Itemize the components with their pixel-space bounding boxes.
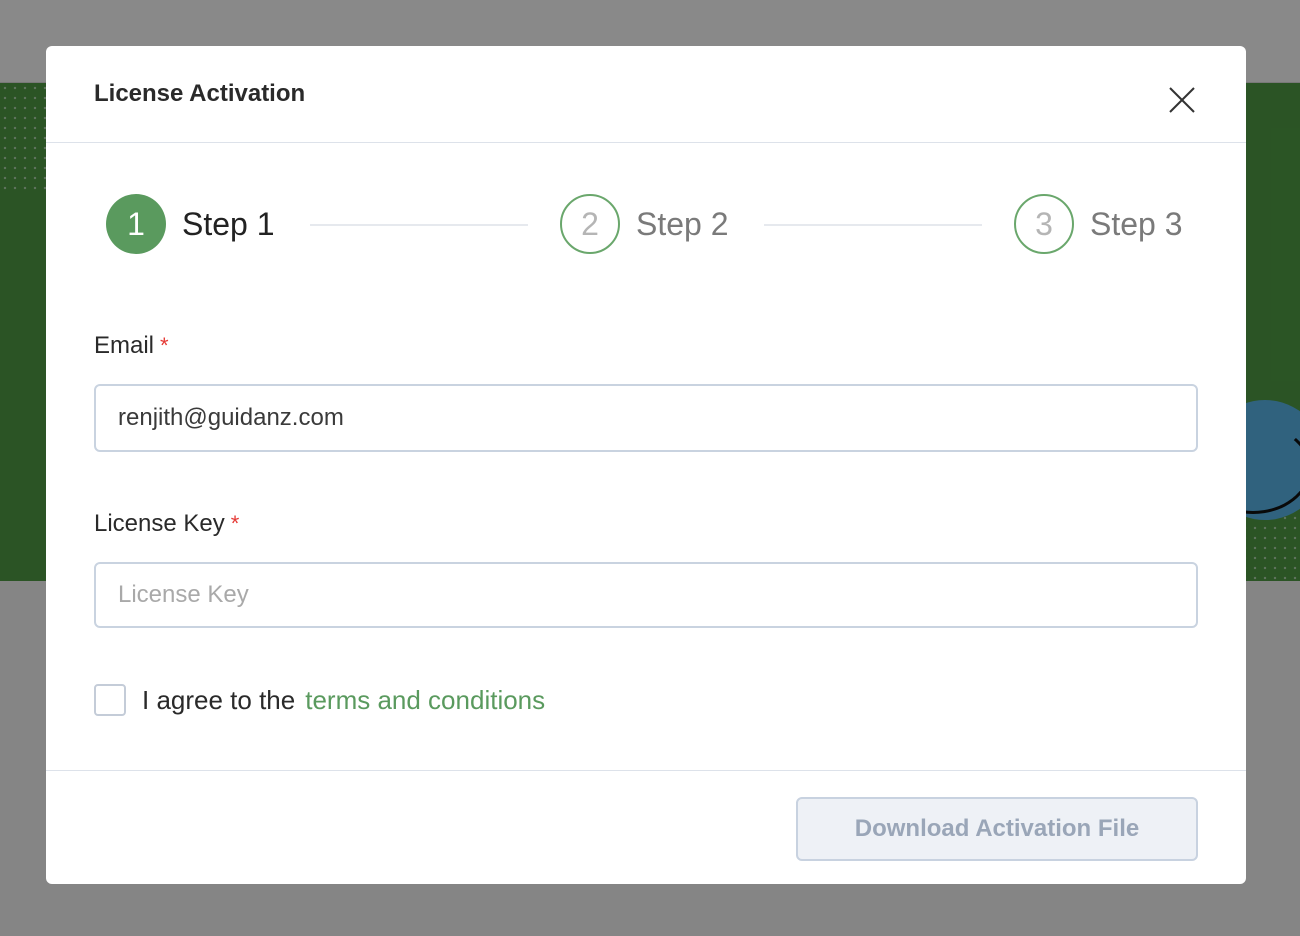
modal-footer: Download Activation File bbox=[46, 770, 1246, 884]
license-key-required-mark: * bbox=[230, 511, 240, 536]
close-icon bbox=[1169, 87, 1195, 113]
license-key-label-row: License Key * bbox=[94, 510, 239, 538]
close-button[interactable] bbox=[1166, 84, 1198, 116]
license-activation-modal: License Activation 1 Step 1 2 Step 2 3 S… bbox=[46, 46, 1246, 884]
step-connector-2 bbox=[764, 224, 982, 226]
step-3-label: Step 3 bbox=[1090, 205, 1183, 242]
license-key-input[interactable] bbox=[94, 562, 1198, 628]
license-key-label: License Key bbox=[94, 510, 225, 537]
terms-checkbox[interactable] bbox=[94, 684, 126, 716]
email-label-row: Email * bbox=[94, 332, 169, 360]
email-required-mark: * bbox=[160, 333, 169, 358]
step-connector-1 bbox=[310, 224, 528, 226]
download-activation-file-button[interactable]: Download Activation File bbox=[796, 797, 1198, 861]
step-2: 2 Step 2 bbox=[560, 192, 729, 256]
step-1-label: Step 1 bbox=[182, 205, 275, 242]
modal-title: License Activation bbox=[94, 80, 306, 107]
step-3: 3 Step 3 bbox=[1014, 192, 1183, 256]
step-2-label: Step 2 bbox=[636, 205, 729, 242]
agreement-row: I agree to the terms and conditions bbox=[94, 684, 545, 716]
agreement-text: I agree to the bbox=[142, 684, 296, 715]
step-2-number: 2 bbox=[560, 194, 620, 254]
email-field[interactable] bbox=[94, 384, 1198, 452]
modal-header: License Activation bbox=[46, 46, 1246, 143]
email-label: Email bbox=[94, 332, 155, 359]
step-3-number: 3 bbox=[1014, 194, 1074, 254]
step-1-number: 1 bbox=[106, 194, 166, 254]
step-1: 1 Step 1 bbox=[106, 192, 275, 256]
terms-and-conditions-link[interactable]: terms and conditions bbox=[305, 685, 545, 716]
